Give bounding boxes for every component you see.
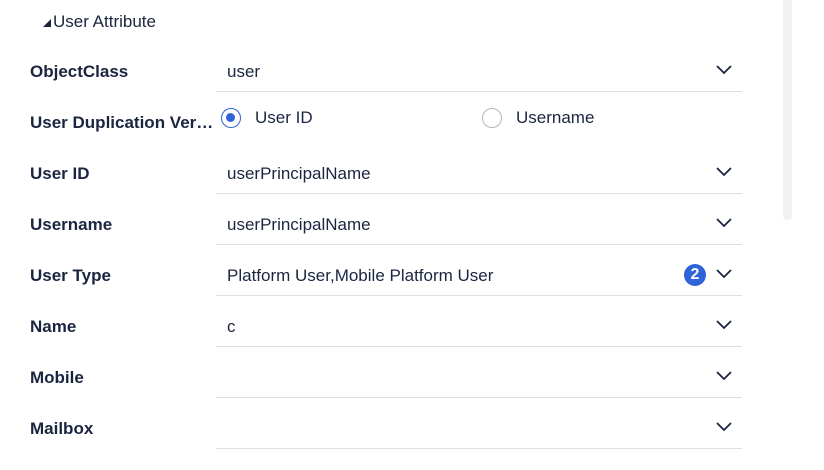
field-label: Mobile bbox=[30, 368, 84, 387]
mailbox-select[interactable] bbox=[216, 409, 742, 449]
select-value: userPrincipalName bbox=[227, 164, 371, 183]
radio-circle-icon bbox=[221, 108, 241, 128]
form-row-user-type: User Type Platform User,Mobile Platform … bbox=[0, 251, 760, 302]
name-select[interactable]: c bbox=[216, 307, 742, 347]
radio-label: Username bbox=[516, 108, 595, 127]
mobile-select[interactable] bbox=[216, 358, 742, 398]
form-row-mobile: Mobile bbox=[0, 353, 760, 404]
user-id-select[interactable]: userPrincipalName bbox=[216, 154, 742, 194]
section-title: User Attribute bbox=[53, 12, 156, 31]
form-row-user-duplication-verification: User Duplication Verification User ID Us… bbox=[0, 98, 760, 149]
field-label: Name bbox=[30, 317, 77, 336]
form-row-mailbox: Mailbox bbox=[0, 404, 760, 455]
radio-circle-icon bbox=[482, 108, 502, 128]
radio-label: User ID bbox=[255, 108, 313, 127]
field-label: Username bbox=[30, 215, 113, 234]
field-label: User Type bbox=[30, 266, 111, 285]
section-header-user-attribute[interactable]: User Attribute bbox=[43, 12, 156, 32]
collapse-triangle-icon bbox=[43, 19, 51, 27]
chevron-down-icon bbox=[716, 167, 732, 177]
form-row-user-id: User ID userPrincipalName bbox=[0, 149, 760, 200]
field-label: User Duplication Verification bbox=[30, 113, 216, 132]
selected-count-badge: 2 bbox=[684, 264, 706, 286]
select-value: userPrincipalName bbox=[227, 215, 371, 234]
chevron-down-icon bbox=[716, 65, 732, 75]
chevron-down-icon bbox=[716, 320, 732, 330]
form-row-username: Username userPrincipalName bbox=[0, 200, 760, 251]
scrollbar[interactable] bbox=[783, 0, 792, 220]
field-label: Mailbox bbox=[30, 419, 94, 438]
field-label: ObjectClass bbox=[30, 62, 129, 81]
select-value: user bbox=[227, 62, 261, 81]
form-row-objectclass: ObjectClass user bbox=[0, 47, 760, 98]
objectclass-select[interactable]: user bbox=[216, 52, 742, 92]
form-row-name: Name c bbox=[0, 302, 760, 353]
radio-username[interactable]: Username bbox=[482, 108, 594, 128]
user-type-select[interactable]: Platform User,Mobile Platform User 2 bbox=[216, 256, 742, 296]
chevron-down-icon bbox=[716, 218, 732, 228]
chevron-down-icon bbox=[716, 269, 732, 279]
username-select[interactable]: userPrincipalName bbox=[216, 205, 742, 245]
radio-user-id[interactable]: User ID bbox=[221, 108, 313, 128]
chevron-down-icon bbox=[716, 371, 732, 381]
select-value: c bbox=[227, 317, 236, 336]
field-label: User ID bbox=[30, 164, 90, 183]
chevron-down-icon bbox=[716, 422, 732, 432]
select-value: Platform User,Mobile Platform User bbox=[227, 266, 494, 285]
